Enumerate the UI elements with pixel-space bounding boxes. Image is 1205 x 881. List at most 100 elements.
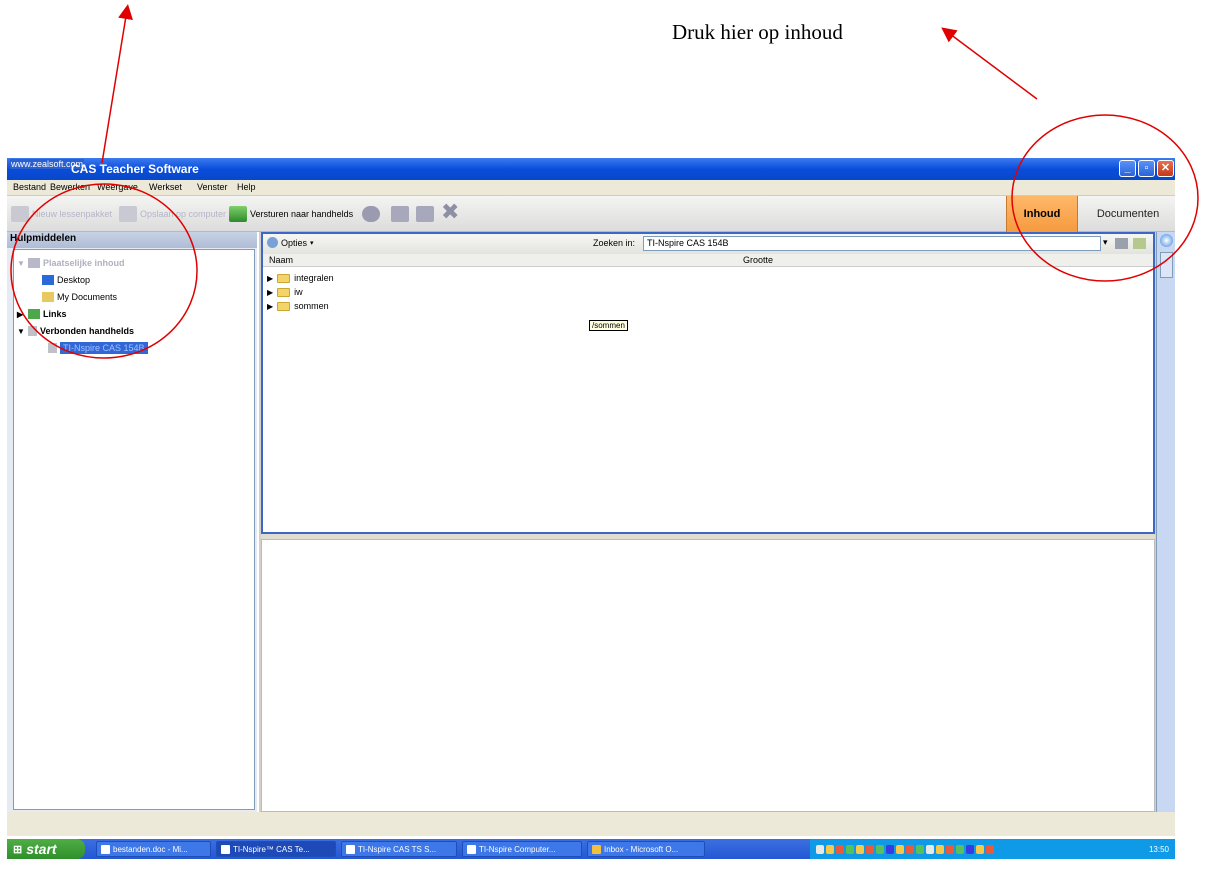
taskbar-item-outlook[interactable]: Inbox - Microsoft O...: [587, 841, 705, 857]
chevron-down-icon[interactable]: ▾: [1103, 237, 1108, 248]
tree-item-local-content[interactable]: ▼ Plaatselijke inhoud: [17, 256, 125, 270]
copy-icon[interactable]: [391, 206, 409, 222]
side-tab[interactable]: [1160, 252, 1173, 278]
taskbar-item-tinspire-computer[interactable]: TI-Nspire Computer...: [462, 841, 582, 857]
list-item[interactable]: ▶ sommen: [267, 299, 329, 313]
dropdown-icon: ▾: [310, 239, 314, 247]
folder-name: integralen: [294, 273, 334, 283]
task-label: bestanden.doc - Mi...: [113, 844, 188, 854]
tinspire-icon: [221, 844, 230, 854]
desktop-icon: [42, 275, 54, 285]
tree-item-my-documents[interactable]: My Documents: [42, 290, 117, 304]
collapse-icon[interactable]: ▶: [17, 310, 25, 319]
tray-icon[interactable]: [866, 844, 874, 854]
tray-icon[interactable]: [886, 844, 894, 854]
tree-item-links[interactable]: ▶ Links: [17, 307, 67, 321]
minimize-button[interactable]: _: [1119, 160, 1136, 177]
folder-icon: [277, 301, 291, 311]
options-icon: [267, 237, 278, 248]
tray-icon[interactable]: [836, 844, 844, 854]
list-item[interactable]: ▶ integralen: [267, 271, 334, 285]
send-to-handhelds-button[interactable]: Versturen naar handhelds: [229, 205, 353, 223]
column-size-header[interactable]: Grootte: [743, 255, 773, 265]
list-item[interactable]: ▶ iw: [267, 285, 303, 299]
file-browser: Opties ▾ Zoeken in: TI-Nspire CAS 154B ▾…: [261, 232, 1155, 534]
folder-up-icon[interactable]: [1115, 238, 1128, 249]
tray-icon[interactable]: [936, 844, 944, 854]
tray-icon[interactable]: [856, 844, 864, 854]
tree-item-connected-handhelds[interactable]: ▼ Verbonden handhelds: [17, 324, 134, 338]
links-icon: [28, 309, 40, 319]
taskbar: ⊞ start bestanden.doc - Mi... TI-Nspire™…: [7, 839, 1175, 859]
expand-arrow-icon[interactable]: ▶: [267, 302, 273, 311]
windows-logo-icon: ⊞: [13, 843, 23, 856]
tree-view: ▼ Plaatselijke inhoud Desktop My Documen…: [13, 249, 255, 810]
taskbar-item-word[interactable]: bestanden.doc - Mi...: [96, 841, 211, 857]
save-to-computer-label: Opslaan op computer: [140, 209, 227, 219]
tree-label: TI-Nspire CAS 154B: [60, 342, 148, 354]
users-icon[interactable]: [362, 206, 380, 222]
tab-inhoud[interactable]: Inhoud: [1006, 196, 1078, 232]
folder-name: sommen: [294, 301, 329, 311]
tree-item-desktop[interactable]: Desktop: [42, 273, 90, 287]
start-button[interactable]: ⊞ start: [7, 839, 85, 859]
menu-weergave[interactable]: Weergave: [97, 182, 138, 192]
options-button[interactable]: Opties ▾: [267, 237, 314, 248]
task-label: TI-Nspire CAS TS S...: [358, 844, 437, 854]
menu-bestand[interactable]: Bestand: [13, 182, 46, 192]
annotation-arrow-right: [941, 27, 1038, 100]
tray-icon[interactable]: [816, 844, 824, 854]
tray-icon[interactable]: [906, 844, 914, 854]
save-to-computer-button[interactable]: Opslaan op computer: [119, 205, 226, 223]
maximize-button[interactable]: ▫: [1138, 160, 1155, 177]
menu-bewerken[interactable]: Bewerken: [50, 182, 90, 192]
menu-help[interactable]: Help: [237, 182, 256, 192]
tinspire-icon: [346, 844, 355, 854]
column-header: Naam Grootte: [263, 254, 1153, 267]
tree-label: Links: [43, 309, 67, 319]
system-tray: 13:50: [810, 839, 1175, 859]
tray-icon[interactable]: [896, 844, 904, 854]
tab-documenten[interactable]: Documenten: [1085, 196, 1171, 232]
tray-icon[interactable]: [876, 844, 884, 854]
tray-icon[interactable]: [946, 844, 954, 854]
clock[interactable]: 13:50: [1149, 845, 1169, 854]
tinspire-icon: [467, 844, 476, 854]
tree-label: Desktop: [57, 275, 91, 285]
send-to-handhelds-label: Versturen naar handhelds: [250, 209, 354, 219]
close-button[interactable]: ✕: [1157, 160, 1174, 177]
new-lesson-pack-label: Nieuw lessenpakket: [32, 209, 113, 219]
expand-icon[interactable]: ▼: [17, 259, 25, 268]
tray-icon[interactable]: [846, 844, 854, 854]
location-select[interactable]: TI-Nspire CAS 154B: [643, 236, 1101, 251]
status-bar: [7, 812, 1175, 836]
expand-arrow-icon[interactable]: ▶: [267, 288, 273, 297]
folder-icon: [42, 292, 54, 302]
delete-icon[interactable]: ✖: [441, 201, 459, 223]
tree-label: Verbonden handhelds: [40, 326, 135, 336]
annotation-text: Druk hier op inhoud: [672, 20, 843, 44]
window-title: CAS Teacher Software: [71, 162, 199, 176]
tray-icon[interactable]: [926, 844, 934, 854]
taskbar-item-tinspire[interactable]: TI-Nspire™ CAS Te...: [216, 841, 336, 857]
lesson-pack-icon: [11, 206, 29, 222]
tree-item-device[interactable]: TI-Nspire CAS 154B: [48, 341, 148, 355]
new-lesson-pack-button[interactable]: Nieuw lessenpakket: [11, 205, 112, 223]
menu-venster[interactable]: Venster: [197, 182, 228, 192]
taskbar-item-tinspire-ts[interactable]: TI-Nspire CAS TS S...: [341, 841, 457, 857]
tray-icon[interactable]: [966, 844, 974, 854]
tray-icon[interactable]: [956, 844, 964, 854]
new-folder-icon[interactable]: [1133, 238, 1146, 249]
help-globe-icon[interactable]: [1160, 234, 1173, 247]
tray-icon[interactable]: [916, 844, 924, 854]
menu-werkset[interactable]: Werkset: [149, 182, 182, 192]
column-name-header[interactable]: Naam: [269, 255, 293, 265]
tray-icon[interactable]: [976, 844, 984, 854]
handheld-icon: [28, 326, 37, 336]
tray-icon[interactable]: [986, 844, 994, 854]
tray-icon[interactable]: [826, 844, 834, 854]
computer-icon: [28, 258, 40, 268]
expand-icon[interactable]: ▼: [17, 327, 25, 336]
paste-icon[interactable]: [416, 206, 434, 222]
expand-arrow-icon[interactable]: ▶: [267, 274, 273, 283]
